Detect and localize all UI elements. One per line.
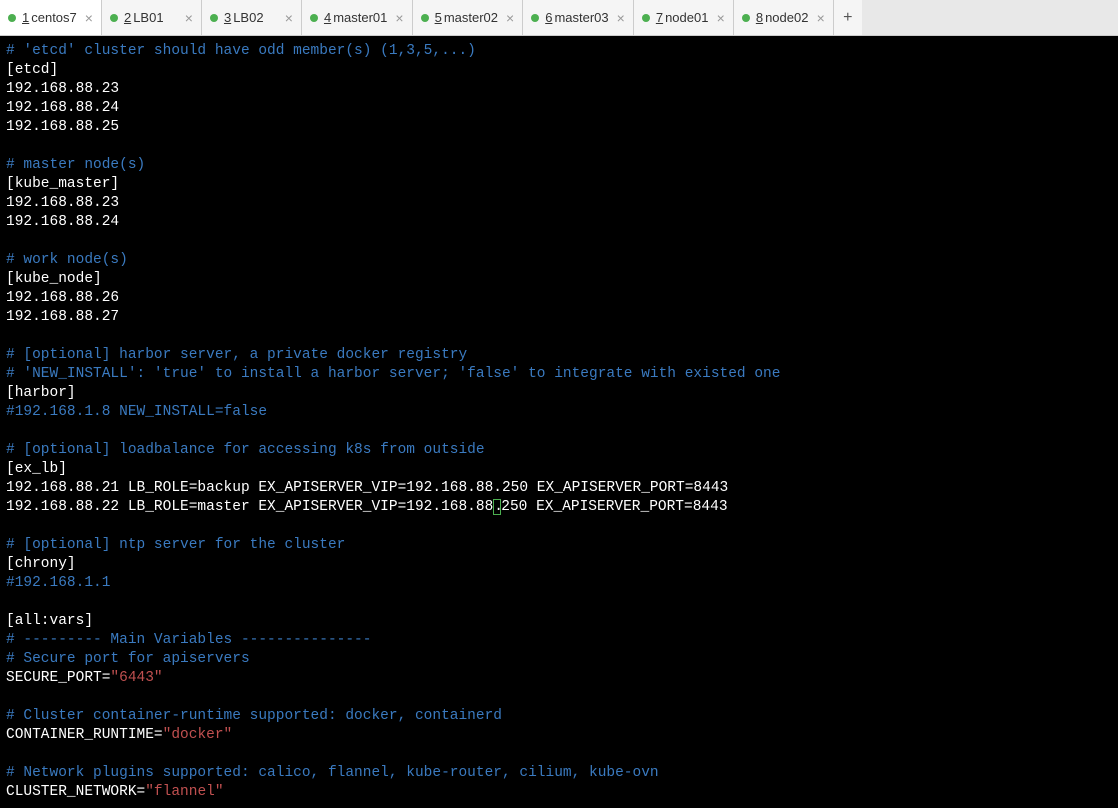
terminal-content[interactable]: # 'etcd' cluster should have odd member(… [0, 36, 1118, 808]
tab-lb02[interactable]: 3 LB02 × [202, 0, 302, 35]
config-line: [kube_master] [6, 176, 119, 192]
tab-number: 3 [224, 10, 231, 25]
comment-line: # --------- Main Variables -------------… [6, 632, 371, 648]
tab-number: 4 [324, 10, 331, 25]
tab-label: node02 [765, 10, 809, 25]
config-key: CLUSTER_NETWORK= [6, 784, 145, 800]
close-icon[interactable]: × [817, 10, 825, 26]
status-dot-icon [210, 14, 218, 22]
tab-number: 1 [22, 10, 29, 25]
close-icon[interactable]: × [395, 10, 403, 26]
comment-line: # [optional] harbor server, a private do… [6, 347, 467, 363]
comment-line: # 'etcd' cluster should have odd member(… [6, 43, 476, 59]
tab-number: 7 [656, 10, 663, 25]
tab-lb01[interactable]: 2 LB01 × [102, 0, 202, 35]
tab-node02[interactable]: 8 node02 × [734, 0, 834, 35]
tab-label: LB01 [133, 10, 177, 25]
tab-number: 2 [124, 10, 131, 25]
config-line: 192.168.88.26 [6, 290, 119, 306]
tab-label: master03 [554, 10, 608, 25]
config-line: 192.168.88.27 [6, 309, 119, 325]
config-line: [etcd] [6, 62, 58, 78]
config-key: CONTAINER_RUNTIME= [6, 727, 163, 743]
tab-label: master02 [444, 10, 498, 25]
config-line: 192.168.88.23 [6, 81, 119, 97]
config-line: [chrony] [6, 556, 76, 572]
comment-line: # master node(s) [6, 157, 145, 173]
comment-line: # Cluster container-runtime supported: d… [6, 708, 502, 724]
close-icon[interactable]: × [617, 10, 625, 26]
comment-line: # Secure port for apiservers [6, 651, 250, 667]
tab-number: 6 [545, 10, 552, 25]
config-value: "docker" [163, 727, 233, 743]
config-line: [all:vars] [6, 613, 93, 629]
close-icon[interactable]: × [506, 10, 514, 26]
tab-master03[interactable]: 6 master03 × [523, 0, 634, 35]
status-dot-icon [8, 14, 16, 22]
config-line: [harbor] [6, 385, 76, 401]
status-dot-icon [531, 14, 539, 22]
status-dot-icon [310, 14, 318, 22]
tab-label: node01 [665, 10, 709, 25]
tab-centos7[interactable]: 1 centos7 × [0, 0, 102, 35]
config-line: 192.168.88.23 [6, 195, 119, 211]
tab-master02[interactable]: 5 master02 × [413, 0, 524, 35]
config-line: 192.168.88.25 [6, 119, 119, 135]
config-line: 250 EX_APISERVER_PORT=8443 [501, 499, 727, 515]
tab-label: centos7 [31, 10, 77, 25]
tab-master01[interactable]: 4 master01 × [302, 0, 413, 35]
status-dot-icon [110, 14, 118, 22]
cursor-icon: . [493, 499, 501, 515]
comment-line: # Network plugins supported: calico, fla… [6, 765, 659, 781]
close-icon[interactable]: × [285, 10, 293, 26]
status-dot-icon [642, 14, 650, 22]
tab-bar: 1 centos7 × 2 LB01 × 3 LB02 × 4 master01… [0, 0, 1118, 36]
add-tab-button[interactable]: + [834, 0, 862, 35]
comment-line: # 'NEW_INSTALL': 'true' to install a har… [6, 366, 780, 382]
config-value: "6443" [110, 670, 162, 686]
close-icon[interactable]: × [717, 10, 725, 26]
status-dot-icon [742, 14, 750, 22]
tab-label: master01 [333, 10, 387, 25]
comment-line: #192.168.1.8 NEW_INSTALL=false [6, 404, 267, 420]
config-line: [kube_node] [6, 271, 102, 287]
config-line: 192.168.88.22 LB_ROLE=master EX_APISERVE… [6, 499, 493, 515]
config-line: [ex_lb] [6, 461, 67, 477]
comment-line: #192.168.1.1 [6, 575, 110, 591]
comment-line: # [optional] ntp server for the cluster [6, 537, 345, 553]
close-icon[interactable]: × [85, 10, 93, 26]
config-line: 192.168.88.21 LB_ROLE=backup EX_APISERVE… [6, 480, 728, 496]
config-line: 192.168.88.24 [6, 214, 119, 230]
config-line: 192.168.88.24 [6, 100, 119, 116]
config-value: "flannel" [145, 784, 223, 800]
tab-node01[interactable]: 7 node01 × [634, 0, 734, 35]
tab-number: 8 [756, 10, 763, 25]
close-icon[interactable]: × [185, 10, 193, 26]
status-dot-icon [421, 14, 429, 22]
tab-label: LB02 [233, 10, 277, 25]
tab-number: 5 [435, 10, 442, 25]
comment-line: # [optional] loadbalance for accessing k… [6, 442, 485, 458]
comment-line: # work node(s) [6, 252, 128, 268]
config-key: SECURE_PORT= [6, 670, 110, 686]
